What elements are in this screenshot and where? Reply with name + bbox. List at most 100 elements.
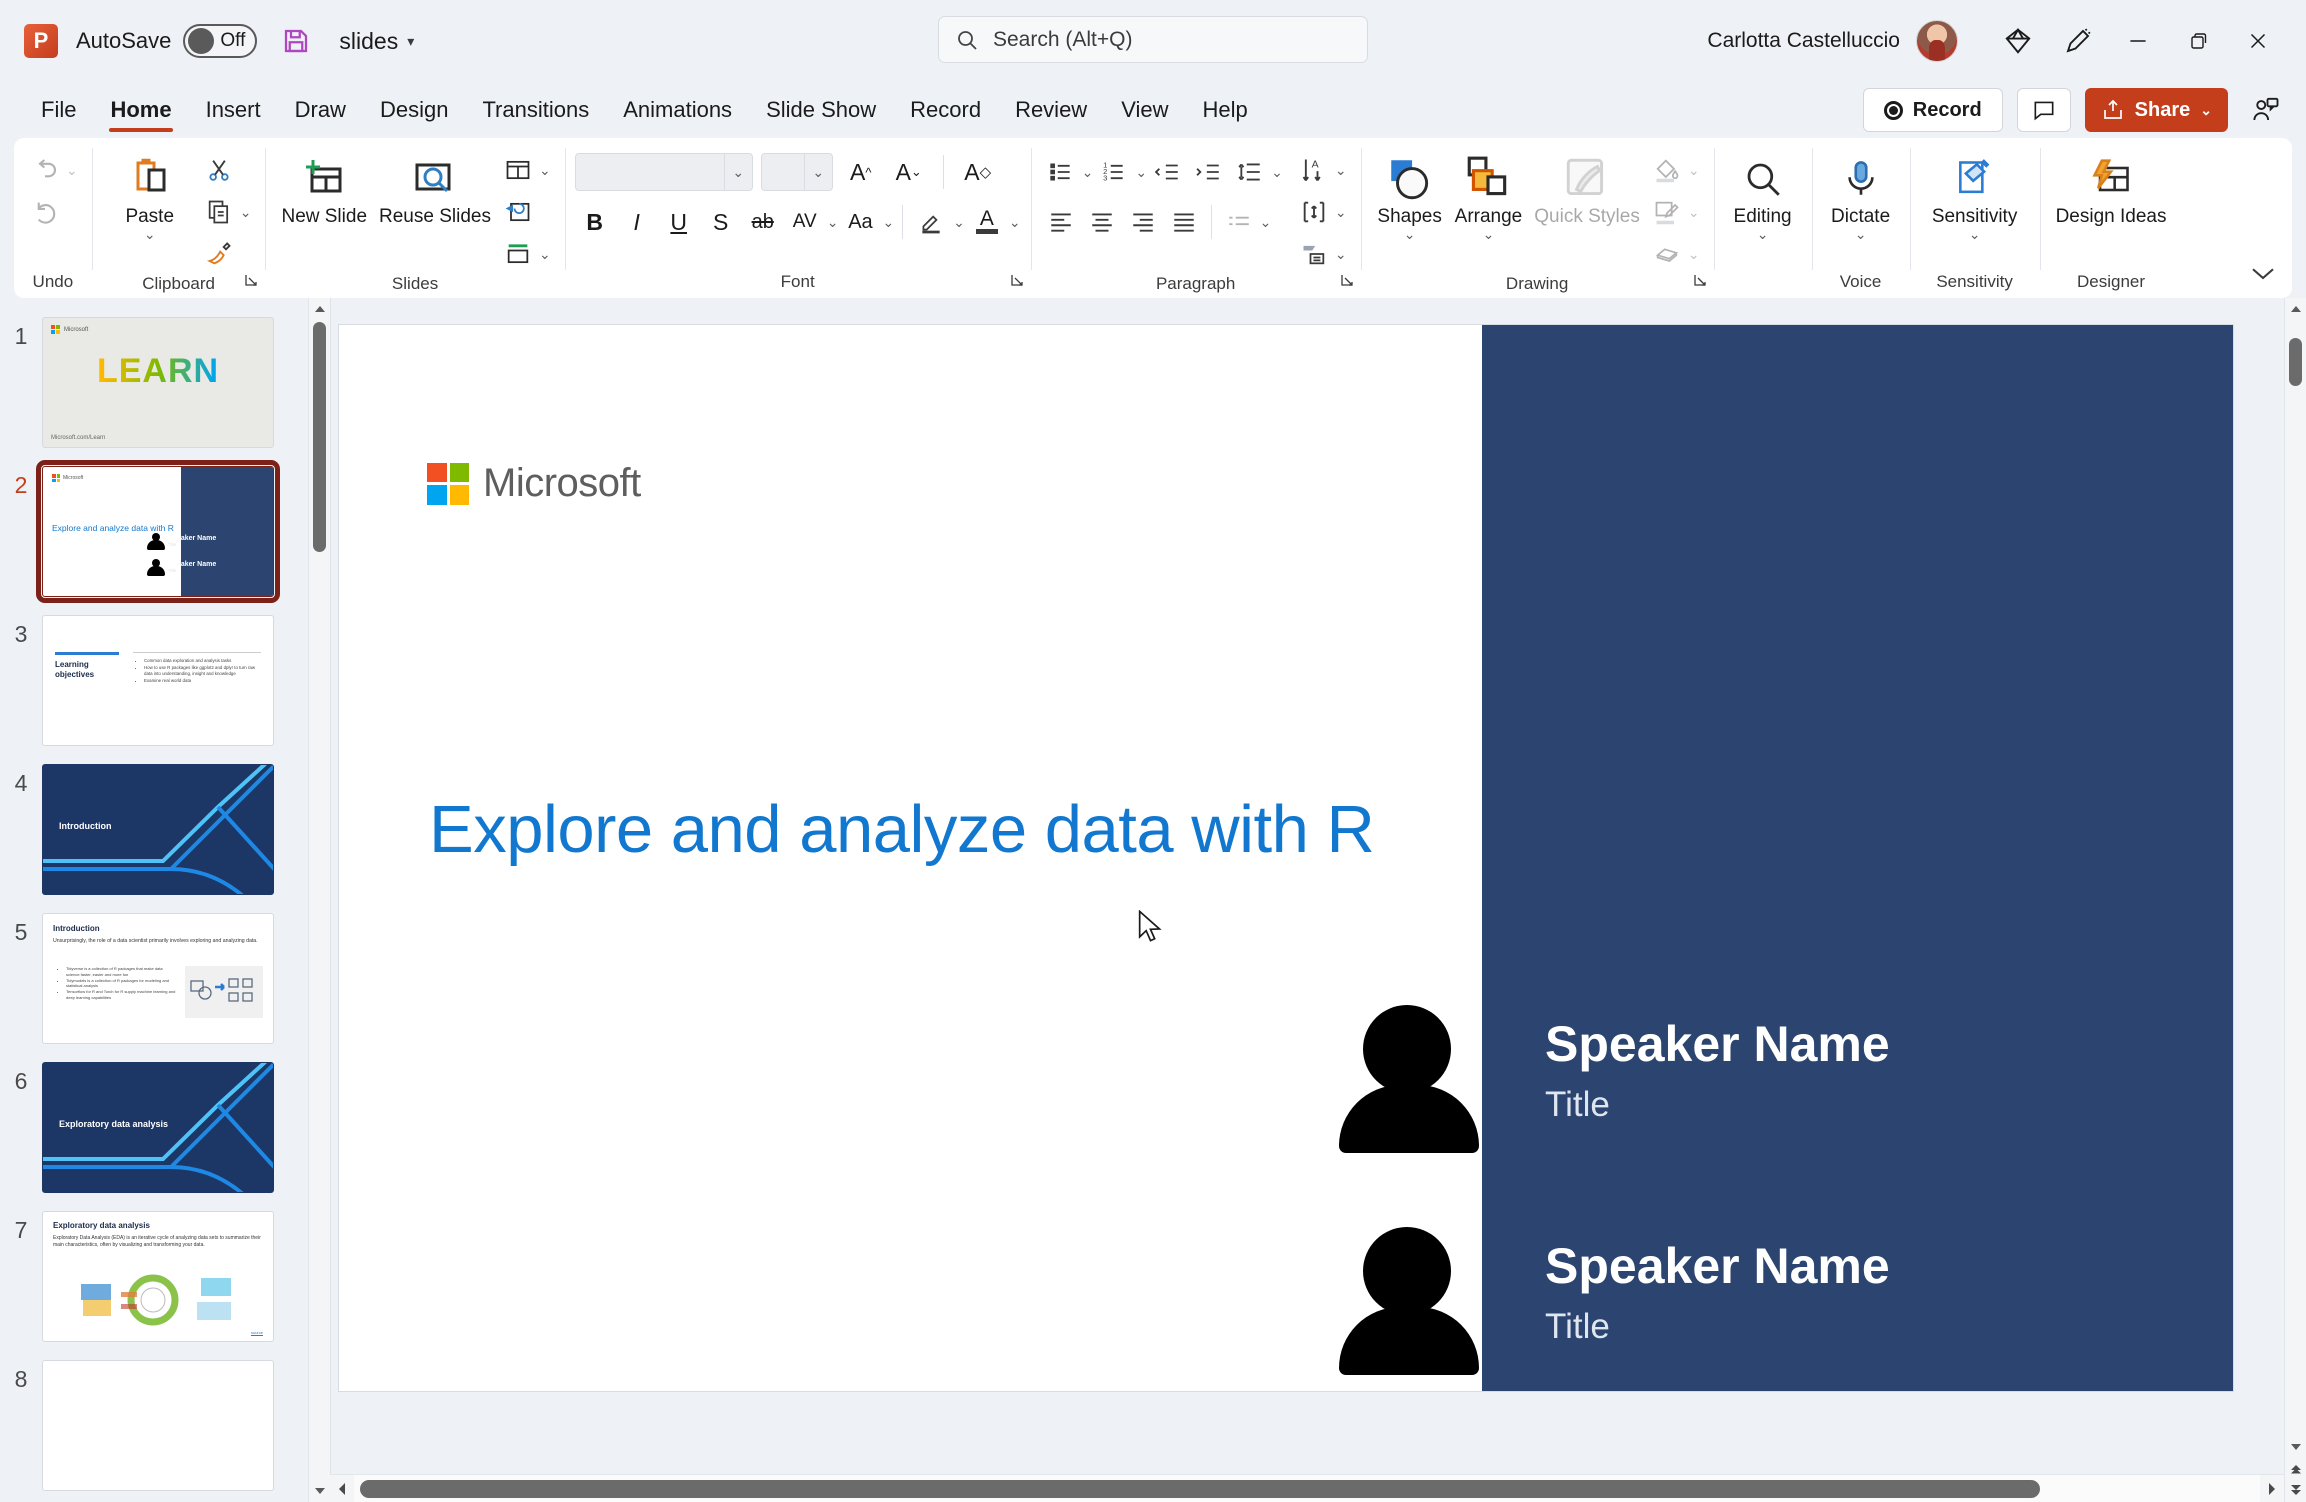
decrease-indent-button[interactable] [1148,152,1188,192]
clipboard-dialog-launcher[interactable] [243,272,259,293]
tab-home[interactable]: Home [93,82,188,138]
canvas-vertical-scrollbar[interactable] [2284,298,2306,1502]
increase-indent-button[interactable] [1189,152,1229,192]
shapes-button[interactable]: Shapes ⌄ [1371,146,1449,241]
thumbnail-preview-selected[interactable]: Microsoft Explore and analyze data with … [36,460,280,603]
cut-button[interactable] [198,150,256,190]
dictate-button[interactable]: Dictate ⌄ [1822,146,1900,241]
thumbnail-preview[interactable]: Introduction Unsurprisingly, the role of… [42,913,274,1044]
italic-button[interactable]: I [617,202,657,242]
thumbnail-slide-5[interactable]: 5 Introduction Unsurprisingly, the role … [0,904,330,1053]
search-input[interactable]: Search (Alt+Q) [938,16,1368,63]
document-name[interactable]: slides [339,28,398,55]
comments-button[interactable] [2016,88,2071,132]
justify-button[interactable] [1164,202,1204,242]
speaker-title[interactable]: Title [1545,1295,1890,1347]
shapes-caret-icon[interactable]: ⌄ [1404,227,1416,241]
slide-title[interactable]: Explore and analyze data with R [429,791,1375,868]
horizontal-scrollbar-thumb[interactable] [360,1479,2040,1498]
undo-caret-icon[interactable]: ⌄ [66,163,78,177]
strikethrough-button[interactable]: ab [743,202,783,242]
increase-font-size-button[interactable]: A ^ [841,152,881,192]
record-button[interactable]: Record [1862,88,2003,132]
shape-outline-caret-icon[interactable]: ⌄ [1688,205,1700,219]
align-right-button[interactable] [1123,202,1163,242]
align-center-button[interactable] [1082,202,1122,242]
tab-insert[interactable]: Insert [189,82,278,138]
convert-to-smartart-button[interactable]: ⌄ [1293,234,1351,274]
thumbnail-slide-6[interactable]: 6 Exploratory data analysis [0,1053,330,1202]
undo-button[interactable]: ⌄ [24,150,82,190]
tab-review[interactable]: Review [998,82,1104,138]
paste-caret-icon[interactable]: ⌄ [144,227,156,241]
columns-button[interactable] [1219,202,1259,242]
arrange-button[interactable]: Arrange ⌄ [1449,146,1529,241]
shape-outline-button[interactable]: ⌄ [1646,192,1704,232]
canvas-scroll-up-button[interactable] [2285,298,2306,320]
avatar[interactable] [1916,20,1958,62]
format-painter-button[interactable] [198,234,256,274]
share-caret-icon[interactable]: ⌄ [2200,103,2212,117]
font-size-combobox[interactable]: ⌄ [760,153,833,191]
font-dialog-launcher[interactable] [1009,272,1025,293]
text-direction-caret-icon[interactable]: ⌄ [1335,163,1347,177]
editing-caret-icon[interactable]: ⌄ [1757,227,1769,241]
character-spacing-button[interactable]: AV [785,202,825,242]
copy-button[interactable]: ⌄ [198,192,256,232]
section-button[interactable]: ⌄ [497,234,555,274]
scroll-left-button[interactable] [330,1482,354,1496]
paragraph-dialog-launcher[interactable] [1339,272,1355,293]
numbering-button[interactable]: 123 [1094,152,1134,192]
speaker-block-2[interactable]: Speaker Name Title [1339,1227,1890,1375]
font-color-button[interactable]: A [967,202,1007,242]
tab-design[interactable]: Design [363,82,465,138]
font-name-caret-icon[interactable]: ⌄ [723,154,752,190]
slide-thumbnail-pane[interactable]: 1 Microsoft LEARN Microsoft.com/Learn 2 [0,298,330,1502]
line-spacing-button[interactable] [1230,152,1270,192]
share-person-icon[interactable] [2242,88,2288,132]
reset-button[interactable] [497,192,555,232]
arrange-caret-icon[interactable]: ⌄ [1483,227,1495,241]
thumbnail-preview[interactable]: Microsoft LEARN Microsoft.com/Learn [42,317,274,448]
thumbnail-slide-8[interactable]: 8 [0,1351,330,1500]
account-name[interactable]: Carlotta Castelluccio [1707,29,1900,53]
thumbnail-preview[interactable]: Learning objectives Common data explorat… [42,615,274,746]
bold-button[interactable]: B [575,202,615,242]
ribbon-collapse-button[interactable] [2248,263,2278,288]
share-button[interactable]: Share ⌄ [2084,88,2228,132]
speaker-name[interactable]: Speaker Name [1545,1015,1890,1073]
shape-fill-caret-icon[interactable]: ⌄ [1688,163,1700,177]
document-menu-caret[interactable]: ▾ [407,33,414,50]
thumbnail-preview[interactable]: Exploratory data analysis [42,1062,274,1193]
text-shadow-button[interactable]: S [701,202,741,242]
font-color-caret-icon[interactable]: ⌄ [1009,215,1021,229]
character-spacing-caret-icon[interactable]: ⌄ [827,215,839,229]
reuse-slides-button[interactable]: Reuse Slides [373,146,497,227]
bullets-button[interactable] [1041,152,1081,192]
tab-record[interactable]: Record [893,82,998,138]
align-text-button[interactable]: ⌄ [1293,192,1351,232]
thumbnail-slide-7[interactable]: 7 Exploratory data analysis Exploratory … [0,1202,330,1351]
speaker-title[interactable]: Title [1545,1073,1890,1125]
clear-formatting-button[interactable]: A ◇ [958,152,998,192]
sensitivity-caret-icon[interactable]: ⌄ [1969,227,1981,241]
copy-caret-icon[interactable]: ⌄ [240,205,252,219]
close-button[interactable] [2228,15,2288,67]
canvas-horizontal-scrollbar[interactable] [330,1474,2284,1502]
slide-canvas-area[interactable]: Microsoft Explore and analyze data with … [330,298,2306,1502]
tab-animations[interactable]: Animations [606,82,749,138]
next-slide-button[interactable] [2285,1480,2306,1502]
editing-button[interactable]: Editing ⌄ [1724,146,1802,241]
tab-file[interactable]: File [24,82,93,138]
align-left-button[interactable] [1041,202,1081,242]
design-ideas-button[interactable]: Design Ideas [2050,146,2173,227]
diamond-icon[interactable] [1988,15,2048,67]
save-icon[interactable] [279,24,313,58]
speaker-name[interactable]: Speaker Name [1545,1237,1890,1295]
new-slide-button[interactable]: New Slide [275,146,373,227]
tab-draw[interactable]: Draw [278,82,363,138]
thumbnail-scroll-down-button[interactable] [309,1480,330,1502]
canvas-scroll-down-button[interactable] [2285,1436,2306,1458]
columns-caret-icon[interactable]: ⌄ [1260,215,1272,229]
change-case-button[interactable]: Aa [840,202,880,242]
